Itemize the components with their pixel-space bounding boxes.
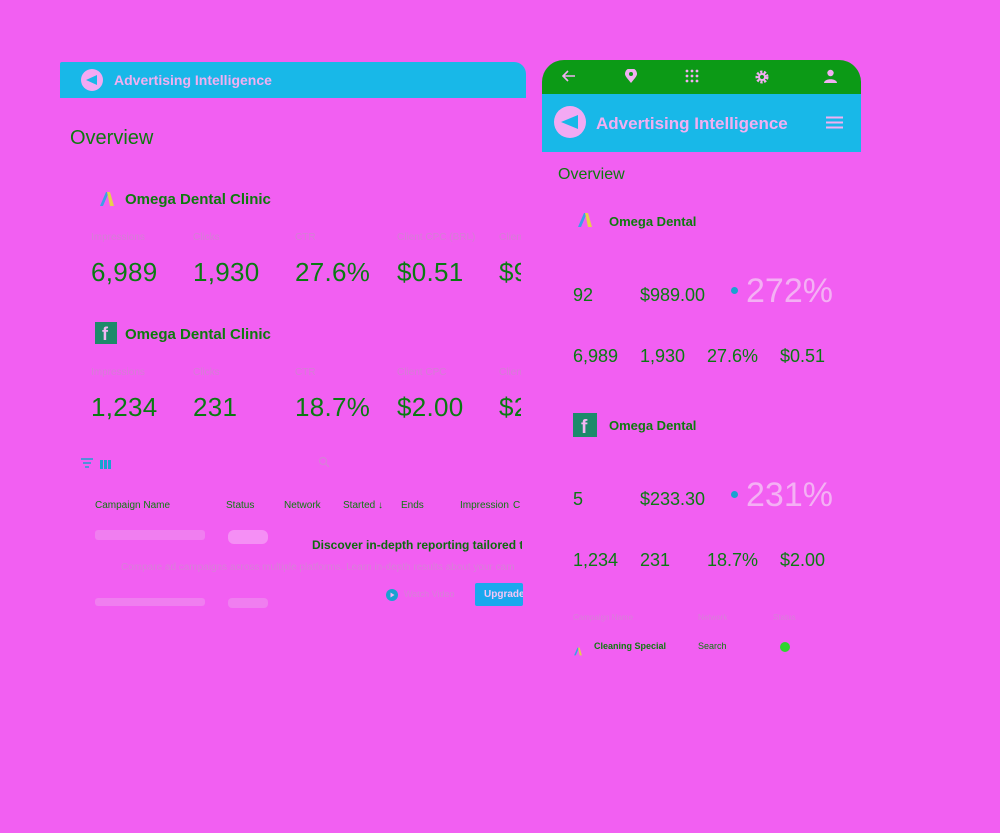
info-dot-icon xyxy=(731,491,738,498)
columns-icon[interactable] xyxy=(100,456,111,474)
location-pin-icon[interactable] xyxy=(625,68,637,89)
metric-value: 18.7% xyxy=(295,392,371,422)
watch-video-link[interactable]: Watch Video xyxy=(404,589,455,599)
app-logo[interactable] xyxy=(81,69,103,91)
metric-value: $233.30 xyxy=(640,489,706,509)
facebook-icon: f xyxy=(573,413,597,438)
upsell-headline: Discover in-depth reporting tailored t xyxy=(312,538,522,552)
metric-value: $0.51 xyxy=(397,257,464,287)
metric-value: $2.00 xyxy=(780,550,826,570)
metric-label: Clien xyxy=(499,367,521,378)
hamburger-menu-icon[interactable] xyxy=(826,116,843,134)
metric-value: 27.6% xyxy=(295,257,371,287)
metric-value: $0.51 xyxy=(780,346,826,366)
column-header[interactable]: Network xyxy=(284,500,321,511)
metric-value: 1,930 xyxy=(640,346,686,366)
column-header[interactable]: Status xyxy=(773,613,796,622)
network-cell: Search xyxy=(698,641,727,651)
apps-grid-icon[interactable] xyxy=(685,69,699,88)
metric-value: 18.7% xyxy=(707,550,759,570)
placeholder-bar xyxy=(95,598,205,606)
column-header[interactable]: Status xyxy=(226,500,254,511)
metric-label: CTR xyxy=(295,367,316,378)
overview-heading: Overview xyxy=(558,166,625,183)
metric-value: 5 xyxy=(573,489,584,509)
metric-label: CTR xyxy=(295,232,316,243)
metric-value: $989.00 xyxy=(640,285,706,305)
campaign-name-cell[interactable]: Cleaning Special xyxy=(594,641,666,651)
big-percent: 231% xyxy=(746,476,833,514)
svg-text:f: f xyxy=(581,417,588,437)
metric-label: Client CPC (BRL) xyxy=(397,232,476,243)
client-name-google: Omega Dental Clinic xyxy=(125,191,271,208)
column-header[interactable]: Network xyxy=(698,613,727,622)
metric-value: 6,989 xyxy=(573,346,619,366)
google-ads-icon xyxy=(573,643,583,661)
metric-value: 231 xyxy=(193,392,238,422)
metric-value: 1,930 xyxy=(193,257,260,287)
play-icon[interactable] xyxy=(386,588,398,606)
google-ads-icon xyxy=(98,191,116,212)
status-indicator xyxy=(780,642,790,652)
client-name-facebook: Omega Dental xyxy=(609,418,697,433)
metric-value: 1,234 xyxy=(91,392,158,422)
metric-value: $2 xyxy=(499,392,521,422)
metric-value: 231 xyxy=(640,550,671,570)
metric-label: Impressions xyxy=(91,232,145,243)
metric-value: $9 xyxy=(499,257,521,287)
mobile-app-header: Advertising Intelligence xyxy=(542,94,861,152)
megaphone-icon xyxy=(561,115,578,129)
placeholder-bar xyxy=(228,598,268,608)
filter-icon[interactable] xyxy=(81,455,93,473)
metric-label: Client CPC xyxy=(397,367,447,378)
overview-heading: Overview xyxy=(70,127,154,149)
column-header[interactable]: Impression xyxy=(460,500,509,511)
upsell-body: Compare ad campaigns across multiple pla… xyxy=(121,562,515,573)
back-arrow-icon[interactable] xyxy=(561,69,576,88)
client-name-facebook: Omega Dental Clinic xyxy=(125,326,271,343)
column-header[interactable]: Ends xyxy=(401,500,424,511)
upgrade-button[interactable]: Upgrade xyxy=(475,583,523,606)
column-header[interactable]: Started ↓ xyxy=(343,500,383,511)
metric-label: Clicks xyxy=(193,367,220,378)
column-header[interactable]: Campaign Name xyxy=(573,613,633,622)
app-logo[interactable] xyxy=(554,106,586,138)
placeholder-bar xyxy=(95,530,205,540)
metric-value: 27.6% xyxy=(707,346,759,366)
megaphone-icon xyxy=(86,75,97,85)
metric-value: 6,989 xyxy=(91,257,158,287)
google-ads-icon xyxy=(576,212,594,233)
metric-label: Impressions xyxy=(91,367,145,378)
metric-label: Clien xyxy=(499,232,521,243)
user-icon[interactable] xyxy=(824,69,837,88)
column-header[interactable]: C xyxy=(513,500,520,511)
mobile-top-nav xyxy=(542,60,861,94)
desktop-app-header: Advertising Intelligence xyxy=(60,62,526,98)
client-name-google: Omega Dental xyxy=(609,214,697,229)
column-header[interactable]: Campaign Name xyxy=(95,500,170,511)
svg-text:f: f xyxy=(102,324,109,344)
app-title: Advertising Intelligence xyxy=(596,114,788,133)
facebook-icon: f xyxy=(95,322,117,344)
gear-icon[interactable] xyxy=(754,69,770,90)
metric-value: 1,234 xyxy=(573,550,619,570)
metric-label: Clicks xyxy=(193,232,220,243)
metric-value: 92 xyxy=(573,285,594,305)
big-percent: 272% xyxy=(746,272,833,310)
placeholder-bar xyxy=(228,530,268,544)
metric-value: $2.00 xyxy=(397,392,464,422)
app-title: Advertising Intelligence xyxy=(114,72,272,88)
info-dot-icon xyxy=(731,287,738,294)
search-icon[interactable] xyxy=(318,455,330,473)
